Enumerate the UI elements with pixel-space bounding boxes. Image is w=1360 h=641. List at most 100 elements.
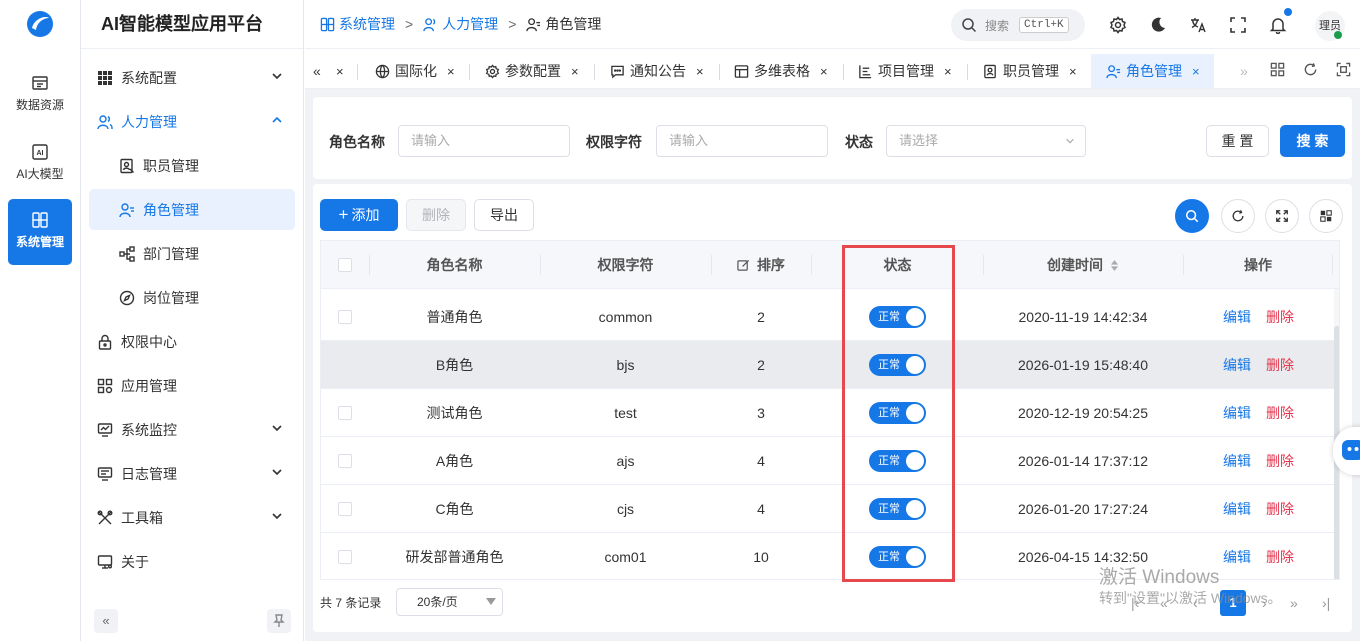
pin-sidebar-button[interactable] (267, 609, 291, 633)
rail-item-system[interactable]: 系统管理 (8, 199, 72, 265)
next-five-icon[interactable]: » (1290, 595, 1298, 611)
last-page-icon[interactable]: ›| (1322, 595, 1330, 611)
table-row[interactable]: B角色 bjs 2 正常 2026-01-19 15:48:40 编辑 删除 (321, 341, 1334, 389)
refresh-icon[interactable] (1303, 62, 1318, 77)
row-checkbox[interactable] (338, 310, 352, 324)
close-icon[interactable]: × (336, 64, 344, 79)
sidebar-item-hr[interactable]: 人力管理 (89, 101, 295, 142)
settings-icon[interactable] (1109, 16, 1127, 34)
monitor-icon (97, 422, 113, 437)
close-icon[interactable]: × (944, 64, 952, 79)
close-icon[interactable]: × (571, 64, 579, 79)
collapse-sidebar-button[interactable]: « (94, 609, 118, 633)
edit-link[interactable]: 编辑 (1223, 389, 1251, 437)
row-checkbox[interactable] (338, 406, 352, 420)
sidebar-item-toolbox[interactable]: 工具箱 (89, 497, 295, 538)
table-header: 角色名称 权限字符 排序 状态 创建时间 操作 (321, 241, 1339, 289)
export-button[interactable]: 导出 (474, 199, 534, 231)
sidebar-item-employee[interactable]: 职员管理 (89, 145, 295, 186)
delete-button[interactable]: 删除 (406, 199, 466, 231)
delete-link[interactable]: 删除 (1266, 485, 1294, 533)
fullscreen-button[interactable] (1265, 199, 1299, 233)
perm-input[interactable]: 请输入 (656, 125, 828, 157)
chevron-down-icon (272, 469, 282, 476)
col-created[interactable]: 创建时间 (983, 241, 1183, 289)
select-all-checkbox[interactable] (338, 258, 352, 272)
breadcrumb-item[interactable]: 系统管理 (339, 14, 395, 34)
row-checkbox[interactable] (338, 502, 352, 516)
edit-link[interactable]: 编辑 (1223, 437, 1251, 485)
close-icon[interactable]: × (447, 64, 455, 79)
tab-role[interactable]: 角色管理 × (1091, 54, 1214, 88)
cell-sort: 3 (757, 405, 765, 421)
delete-link[interactable]: 删除 (1266, 293, 1294, 341)
fullscreen-icon[interactable] (1229, 16, 1247, 34)
close-icon[interactable]: × (820, 64, 828, 79)
translate-icon[interactable] (1189, 16, 1207, 34)
sidebar-item-monitor[interactable]: 系统监控 (89, 409, 295, 450)
breadcrumb: 系统管理 > 人力管理 > 角色管理 (320, 14, 601, 34)
table-row[interactable]: 普通角色 common 2 正常 2020-11-19 14:42:34 编辑 … (321, 293, 1334, 341)
edit-link[interactable]: 编辑 (1223, 293, 1251, 341)
refresh-button[interactable] (1221, 199, 1255, 233)
sidebar-item-department[interactable]: 部门管理 (89, 233, 295, 274)
tab-close-prev[interactable]: × (332, 54, 344, 88)
row-checkbox[interactable] (338, 550, 352, 564)
rail-item-data-resources[interactable]: 数据资源 (8, 62, 72, 128)
breadcrumb-item[interactable]: 人力管理 (442, 14, 498, 34)
edit-link[interactable]: 编辑 (1223, 341, 1251, 389)
sidebar-item-role[interactable]: 角色管理 (89, 189, 295, 230)
bell-icon[interactable] (1269, 16, 1287, 34)
rail-item-ai-model[interactable]: AI AI大模型 (8, 131, 72, 197)
edit-link[interactable]: 编辑 (1223, 533, 1251, 579)
sidebar-item-position[interactable]: 岗位管理 (89, 277, 295, 318)
tab-multi-table[interactable]: 多维表格 × (726, 54, 828, 88)
toggle-search-button[interactable] (1175, 199, 1209, 233)
search-button[interactable]: 搜 索 (1280, 125, 1345, 157)
tab-scroll-right[interactable]: » (1232, 54, 1248, 88)
reset-button[interactable]: 重 置 (1206, 125, 1269, 157)
tab-params[interactable]: 参数配置 × (477, 54, 579, 88)
tab-project[interactable]: 项目管理 × (850, 54, 952, 88)
close-icon[interactable]: × (1069, 64, 1077, 79)
app-rail: 数据资源 AI AI大模型 系统管理 (0, 0, 81, 641)
sidebar-item-apps[interactable]: 应用管理 (89, 365, 295, 406)
caret-down-icon (486, 598, 496, 605)
table-row[interactable]: A角色 ajs 4 正常 2026-01-14 17:37:12 编辑 删除 (321, 437, 1334, 485)
global-search[interactable]: 搜索 Ctrl+K (951, 9, 1085, 41)
tab-notice[interactable]: 通知公告 × (602, 54, 704, 88)
dark-mode-icon[interactable] (1149, 16, 1167, 34)
table-row[interactable]: 测试角色 test 3 正常 2020-12-19 20:54:25 编辑 删除 (321, 389, 1334, 437)
sidebar-item-logs[interactable]: 日志管理 (89, 453, 295, 494)
search-icon (1185, 209, 1199, 223)
close-icon[interactable]: × (1192, 64, 1200, 79)
sidebar-item-system-config[interactable]: 系统配置 (89, 57, 295, 98)
add-button[interactable]: + 添加 (320, 199, 398, 231)
sidebar-item-about[interactable]: 关于 (89, 541, 295, 582)
sort-icon[interactable] (1110, 259, 1119, 272)
tab-scroll-left[interactable]: « (307, 54, 321, 88)
tab-employee[interactable]: 职员管理 × (975, 54, 1077, 88)
table-row[interactable]: C角色 cjs 4 正常 2026-01-20 17:27:24 编辑 删除 (321, 485, 1334, 533)
sidebar-item-label: 系统配置 (121, 69, 177, 86)
grid-icon[interactable] (1270, 62, 1285, 77)
page-size-select[interactable]: 20条/页 (396, 588, 503, 616)
project-icon (859, 64, 872, 78)
delete-link[interactable]: 删除 (1266, 389, 1294, 437)
row-checkbox[interactable] (338, 454, 352, 468)
table-icon (734, 64, 749, 78)
pagination-total: 共 7 条记录 (320, 596, 382, 610)
delete-link[interactable]: 删除 (1266, 437, 1294, 485)
edit-link[interactable]: 编辑 (1223, 485, 1251, 533)
cell-role-name: A角色 (435, 453, 474, 469)
status-select[interactable]: 请选择 (886, 125, 1086, 157)
tab-i18n[interactable]: 国际化 × (367, 54, 455, 88)
delete-link[interactable]: 删除 (1266, 533, 1294, 579)
maximize-icon[interactable] (1336, 62, 1351, 77)
role-name-input[interactable]: 请输入 (398, 125, 570, 157)
close-icon[interactable]: × (696, 64, 704, 79)
org-icon (119, 245, 135, 262)
delete-link[interactable]: 删除 (1266, 341, 1294, 389)
column-settings-button[interactable] (1309, 199, 1343, 233)
sidebar-item-permission[interactable]: 权限中心 (89, 321, 295, 362)
